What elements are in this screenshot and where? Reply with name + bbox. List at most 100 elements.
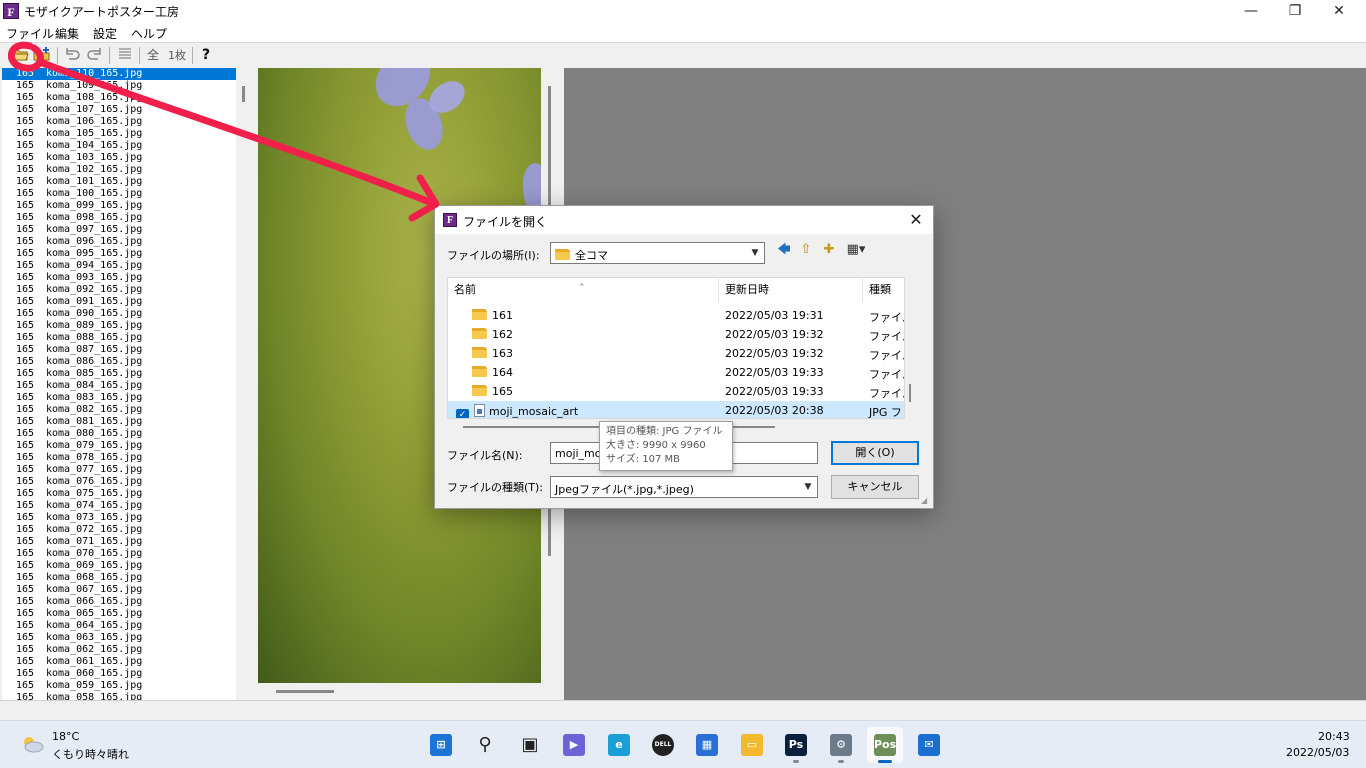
list-item[interactable]: 165 koma_090_165.jpg bbox=[2, 308, 236, 320]
chevron-down-icon[interactable]: ▼ bbox=[801, 480, 815, 494]
list-item[interactable]: 165 koma_106_165.jpg bbox=[2, 116, 236, 128]
new-folder-icon[interactable]: ✚ bbox=[820, 241, 838, 259]
list-item[interactable]: 165 koma_108_165.jpg bbox=[2, 92, 236, 104]
list-item[interactable]: 165 koma_096_165.jpg bbox=[2, 236, 236, 248]
chevron-down-icon[interactable]: ▼ bbox=[748, 246, 762, 260]
list-item[interactable]: 165 koma_085_165.jpg bbox=[2, 368, 236, 380]
scrollbar-thumb[interactable] bbox=[242, 86, 245, 102]
dialog-file-list[interactable]: 名前⌃ 更新日時 種類 161 2022/05/03 19:31 ファイル 162 20… bbox=[447, 277, 905, 419]
list-item[interactable]: 165 koma_082_165.jpg bbox=[2, 404, 236, 416]
resize-grip-icon[interactable]: ◢ bbox=[921, 496, 927, 505]
list-item[interactable]: 165 koma_091_165.jpg bbox=[2, 296, 236, 308]
menu-edit[interactable]: 編集 bbox=[55, 25, 79, 42]
clock-date[interactable]: 2022/05/03 bbox=[1286, 746, 1349, 759]
taskbar-windows-start[interactable]: ⊞ bbox=[423, 727, 459, 763]
column-header-name[interactable]: 名前 ⌃ bbox=[448, 278, 719, 302]
list-item[interactable]: 165 koma_084_165.jpg bbox=[2, 380, 236, 392]
list-item[interactable]: 165 koma_101_165.jpg bbox=[2, 176, 236, 188]
maximize-button[interactable]: ❐ bbox=[1272, 0, 1318, 22]
list-item[interactable]: 165 koma_097_165.jpg bbox=[2, 224, 236, 236]
cloudy-sun-icon[interactable] bbox=[20, 735, 44, 753]
list-icon[interactable] bbox=[115, 46, 135, 65]
list-item[interactable]: 165 koma_083_165.jpg bbox=[2, 392, 236, 404]
preview-horizontal-scrollbar[interactable] bbox=[258, 683, 541, 700]
weather-temperature[interactable]: 18°C bbox=[52, 730, 79, 743]
back-icon[interactable]: 🡄 bbox=[775, 241, 793, 259]
list-item[interactable]: 165 koma_079_165.jpg bbox=[2, 440, 236, 452]
list-item[interactable]: 165 koma_061_165.jpg bbox=[2, 656, 236, 668]
list-item[interactable]: 165 koma_064_165.jpg bbox=[2, 620, 236, 632]
taskbar-poster-app[interactable]: Pos bbox=[867, 727, 903, 763]
table-row[interactable]: 164 2022/05/03 19:33 ファイル bbox=[448, 363, 904, 382]
column-header-date[interactable]: 更新日時 bbox=[719, 278, 863, 302]
list-item[interactable]: 165 koma_078_165.jpg bbox=[2, 452, 236, 464]
list-item[interactable]: 165 koma_073_165.jpg bbox=[2, 512, 236, 524]
scrollbar-thumb[interactable] bbox=[276, 690, 334, 693]
menu-settings[interactable]: 設定 bbox=[93, 25, 117, 42]
list-item[interactable]: 165 koma_095_165.jpg bbox=[2, 248, 236, 260]
list-item[interactable]: 165 koma_060_165.jpg bbox=[2, 668, 236, 680]
list-item[interactable]: 165 koma_072_165.jpg bbox=[2, 524, 236, 536]
list-item[interactable]: 165 koma_070_165.jpg bbox=[2, 548, 236, 560]
new-icon[interactable] bbox=[32, 46, 52, 65]
list-item[interactable]: 165 koma_102_165.jpg bbox=[2, 164, 236, 176]
table-row[interactable]: ✓ moji_mosaic_art 2022/05/03 20:38 JPG フ bbox=[448, 401, 904, 418]
taskbar-store[interactable]: ▦ bbox=[689, 727, 725, 763]
list-item[interactable]: 165 koma_071_165.jpg bbox=[2, 536, 236, 548]
location-combo[interactable]: 全コマ ▼ bbox=[550, 242, 765, 264]
taskbar-task-view[interactable]: ▣ bbox=[512, 727, 548, 763]
list-item[interactable]: 165 koma_059_165.jpg bbox=[2, 680, 236, 692]
dialog-list-scrollbar[interactable] bbox=[905, 277, 915, 419]
list-item[interactable]: 165 koma_062_165.jpg bbox=[2, 644, 236, 656]
list-item[interactable]: 165 koma_068_165.jpg bbox=[2, 572, 236, 584]
list-item[interactable]: 165 koma_110_165.jpg bbox=[2, 68, 236, 80]
list-item[interactable]: 165 koma_065_165.jpg bbox=[2, 608, 236, 620]
list-item[interactable]: 165 koma_067_165.jpg bbox=[2, 584, 236, 596]
scrollbar-thumb[interactable] bbox=[909, 384, 911, 402]
checkbox-icon[interactable]: ✓ bbox=[456, 409, 469, 418]
minimize-button[interactable]: — bbox=[1228, 0, 1274, 22]
list-item[interactable]: 165 koma_104_165.jpg bbox=[2, 140, 236, 152]
menu-help[interactable]: ヘルプ bbox=[131, 25, 167, 42]
koma-file-list[interactable]: 165 koma_110_165.jpg 165 koma_109_165.jpg 16… bbox=[2, 68, 236, 700]
menu-file[interactable]: ファイル bbox=[6, 25, 54, 42]
dialog-close-button[interactable]: ✕ bbox=[905, 210, 927, 230]
list-item[interactable]: 165 koma_063_165.jpg bbox=[2, 632, 236, 644]
view-menu-icon[interactable]: ▦▾ bbox=[843, 241, 869, 259]
list-item[interactable]: 165 koma_089_165.jpg bbox=[2, 320, 236, 332]
table-row[interactable]: 162 2022/05/03 19:32 ファイル bbox=[448, 325, 904, 344]
list-item[interactable]: 165 koma_075_165.jpg bbox=[2, 488, 236, 500]
one-sheet-icon[interactable]: 1枚 bbox=[166, 46, 188, 65]
table-row[interactable]: 163 2022/05/03 19:32 ファイル bbox=[448, 344, 904, 363]
table-row[interactable]: 165 2022/05/03 19:33 ファイル bbox=[448, 382, 904, 401]
list-item[interactable]: 165 koma_076_165.jpg bbox=[2, 476, 236, 488]
filetype-combo[interactable]: Jpegファイル(*.jpg,*.jpeg) ▼ bbox=[550, 476, 818, 498]
undo-icon[interactable] bbox=[62, 46, 82, 65]
taskbar-dell[interactable]: DELL bbox=[645, 727, 681, 763]
taskbar-mail[interactable]: ✉ bbox=[911, 727, 947, 763]
taskbar-search[interactable]: ⚲ bbox=[467, 727, 503, 763]
close-button[interactable]: ✕ bbox=[1316, 0, 1362, 22]
list-item[interactable]: 165 koma_069_165.jpg bbox=[2, 560, 236, 572]
taskbar-edge[interactable]: e bbox=[601, 727, 637, 763]
list-item[interactable]: 165 koma_107_165.jpg bbox=[2, 104, 236, 116]
redo-icon[interactable] bbox=[85, 46, 105, 65]
list-item[interactable]: 165 koma_105_165.jpg bbox=[2, 128, 236, 140]
list-item[interactable]: 165 koma_081_165.jpg bbox=[2, 416, 236, 428]
taskbar-settings[interactable]: ⚙ bbox=[823, 727, 859, 763]
list-item[interactable]: 165 koma_092_165.jpg bbox=[2, 284, 236, 296]
cancel-button[interactable]: キャンセル bbox=[831, 475, 919, 499]
list-item[interactable]: 165 koma_088_165.jpg bbox=[2, 332, 236, 344]
list-item[interactable]: 165 koma_098_165.jpg bbox=[2, 212, 236, 224]
list-item[interactable]: 165 koma_103_165.jpg bbox=[2, 152, 236, 164]
table-row[interactable]: 161 2022/05/03 19:31 ファイル bbox=[448, 306, 904, 325]
list-item[interactable]: 165 koma_086_165.jpg bbox=[2, 356, 236, 368]
help-icon[interactable]: ? bbox=[196, 46, 216, 65]
up-folder-icon[interactable]: ⇧ bbox=[797, 241, 815, 259]
weather-description[interactable]: くもり時々晴れ bbox=[52, 746, 129, 762]
open-folder-icon[interactable] bbox=[10, 46, 30, 65]
taskbar-photoshop[interactable]: Ps bbox=[778, 727, 814, 763]
all-icon[interactable]: 全 bbox=[143, 46, 163, 65]
file-list-scrollbar[interactable] bbox=[236, 68, 252, 700]
open-button[interactable]: 開く(O) bbox=[831, 441, 919, 465]
